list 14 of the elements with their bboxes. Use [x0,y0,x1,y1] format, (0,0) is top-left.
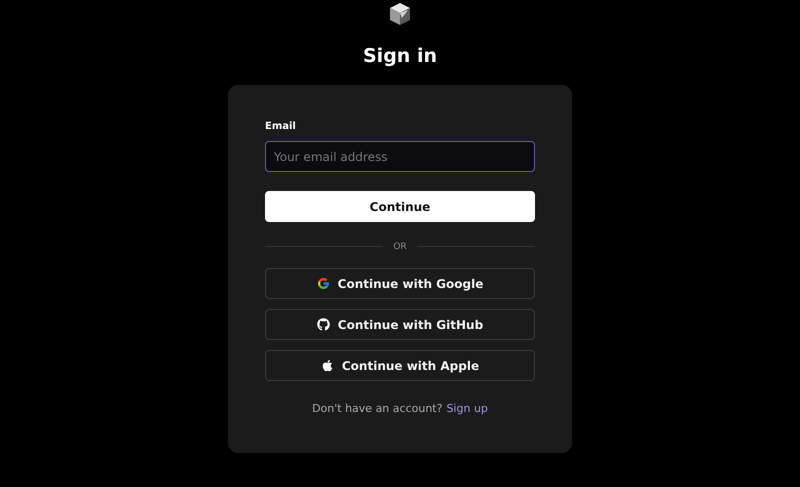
no-account-text: Don't have an account? [312,402,442,415]
or-divider-label: OR [393,242,407,252]
email-label: Email [265,121,297,133]
continue-button[interactable]: Continue [265,191,535,222]
google-sign-in-button[interactable]: Continue with Google [265,268,535,299]
page-title: Sign in [363,44,437,68]
sign-up-link[interactable]: Sign up [446,402,488,415]
cube-logo-icon [388,2,412,26]
github-sign-in-button[interactable]: Continue with GitHub [265,309,535,340]
apple-sign-in-button[interactable]: Continue with Apple [265,350,535,381]
apple-icon [320,359,334,372]
google-g-icon [316,277,330,290]
github-cat-icon [316,318,330,331]
email-field[interactable]: Your email address [265,141,535,172]
